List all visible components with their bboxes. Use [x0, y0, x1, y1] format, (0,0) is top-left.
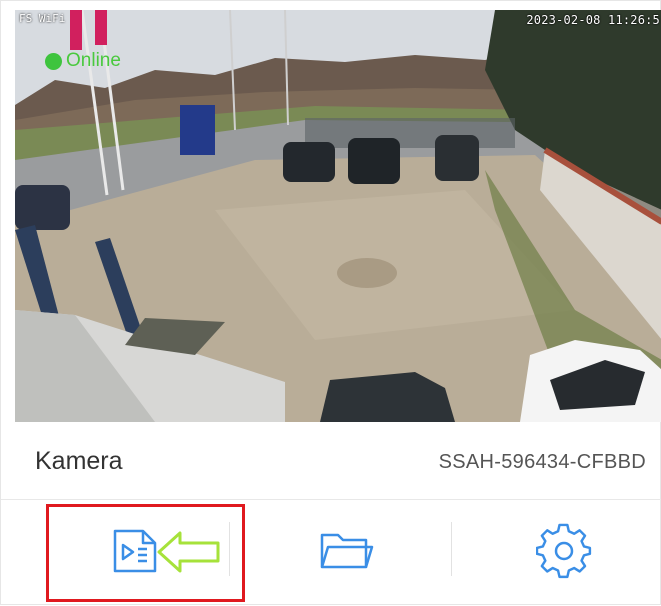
online-status: Online [45, 50, 121, 72]
files-button[interactable] [246, 500, 446, 606]
camera-info-row: Kamera SSAH-596434-CFBBD [1, 422, 661, 500]
settings-button[interactable] [466, 500, 661, 606]
folder-icon [318, 527, 374, 580]
action-divider [229, 522, 230, 576]
playback-button[interactable] [46, 500, 231, 606]
action-divider [451, 522, 452, 576]
camera-feed[interactable]: FS WiFi 2023-02-08 11:26:5 Online [15, 10, 661, 422]
action-bar [1, 500, 661, 606]
playback-file-icon [111, 527, 167, 580]
status-text: Online [66, 50, 121, 71]
camera-id: SSAH-596434-CFBBD [438, 451, 646, 473]
status-dot-icon [45, 52, 62, 70]
osd-label: FS WiFi [19, 12, 66, 25]
gear-icon [535, 523, 592, 584]
timestamp-overlay: 2023-02-08 11:26:5 [526, 13, 660, 27]
camera-card: FS WiFi 2023-02-08 11:26:5 Online Kamera… [0, 0, 661, 605]
camera-name: Kamera [35, 447, 123, 475]
